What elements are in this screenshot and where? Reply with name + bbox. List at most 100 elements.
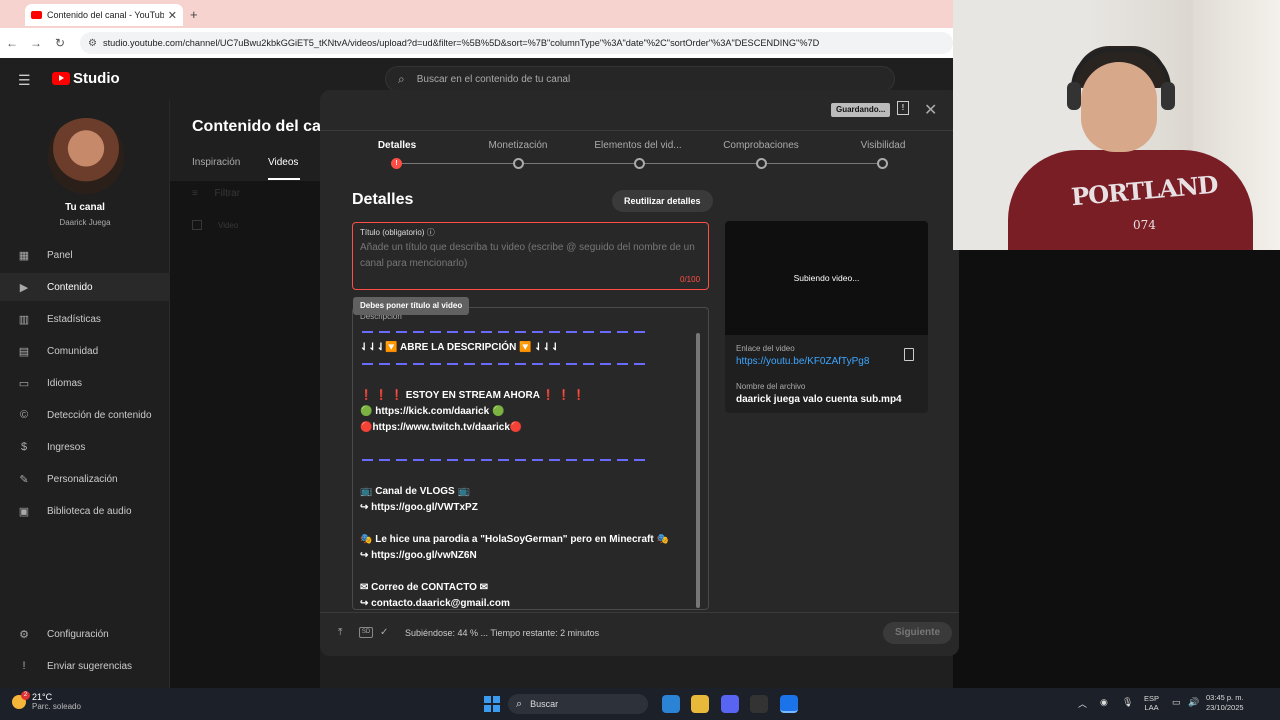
tab-title: Contenido del canal - YouTube <box>47 10 164 20</box>
sidebar-item-biblioteca-audio[interactable]: ▣ Biblioteca de audio <box>0 497 170 525</box>
step-detalles[interactable]: Detalles <box>342 140 452 151</box>
description-scrollbar[interactable] <box>696 333 700 608</box>
sidebar-item-idiomas[interactable]: ▭ Idiomas <box>0 369 170 397</box>
page-title: Contenido del canal <box>192 118 320 135</box>
description-line: 📺 Canal de VLOGS 📺 <box>360 486 470 497</box>
forward-icon[interactable]: → <box>24 36 48 50</box>
sidebar-item-sugerencias[interactable]: ! Enviar sugerencias <box>0 652 170 680</box>
link-label: Enlace del video <box>736 344 795 353</box>
section-heading: Detalles <box>352 191 414 208</box>
copy-icon[interactable] <box>904 348 914 361</box>
step-visibilidad[interactable]: Visibilidad <box>828 140 938 151</box>
step-monetizacion[interactable]: Monetización <box>463 140 573 151</box>
description-line: ↪ https://goo.gl/vwNZ6N <box>360 550 477 561</box>
new-tab-button[interactable]: + <box>190 7 198 22</box>
weather-widget[interactable]: 21°C Parc. soleado <box>12 690 81 711</box>
next-button[interactable]: Siguiente <box>883 622 953 644</box>
tab-videos[interactable]: Videos <box>268 157 298 168</box>
step-dot <box>756 158 767 169</box>
chrome-active-icon[interactable] <box>780 695 798 713</box>
language-indicator[interactable]: ESP LAA <box>1144 694 1159 712</box>
obs-icon[interactable] <box>750 695 768 713</box>
sidebar-item-panel[interactable]: ▦ Panel <box>0 241 170 269</box>
webcam-overlay: PORTLAND 074 <box>953 0 1280 250</box>
youtube-favicon-icon <box>31 11 42 19</box>
upload-icon: ⤒ <box>338 627 343 638</box>
description-separator <box>362 459 646 461</box>
video-link[interactable]: https://youtu.be/KF0ZAfTyPg8 <box>736 356 869 367</box>
close-icon[interactable]: ✕ <box>924 100 937 120</box>
sidebar-item-label: Configuración <box>47 628 109 640</box>
sd-badge-icon: SD <box>359 627 373 638</box>
channel-search-input[interactable]: ⌕ Buscar en el contenido de tu canal <box>385 66 895 92</box>
description-line: ↪ contacto.daarick@gmail.com <box>360 598 510 609</box>
check-circle-icon: ✓ <box>380 627 389 638</box>
sidebar-item-personalizacion[interactable]: ✎ Personalización <box>0 465 170 493</box>
chrome-app-icon[interactable] <box>662 695 680 713</box>
sidebar-item-contenido[interactable]: ▶ Contenido <box>0 273 170 301</box>
tab-inspiracion[interactable]: Inspiración <box>192 157 240 168</box>
studio-logo[interactable]: Studio <box>52 70 120 87</box>
network-icon[interactable]: ▭ <box>1172 697 1181 708</box>
sidebar-item-comunidad[interactable]: ▤ Comunidad <box>0 337 170 365</box>
weather-temp: 21°C <box>32 692 53 702</box>
file-explorer-icon[interactable] <box>691 695 709 713</box>
shirt-number: 074 <box>1133 218 1156 232</box>
description-line: 🔴https://www.twitch.tv/daarick🔴 <box>360 422 523 433</box>
search-placeholder: Buscar en el contenido de tu canal <box>416 73 571 85</box>
url-field[interactable]: ⚙ studio.youtube.com/channel/UC7uBwu2kbk… <box>80 32 953 54</box>
menu-icon[interactable]: ☰ <box>18 72 32 89</box>
title-placeholder: Añade un título que describa tu video (e… <box>360 242 695 269</box>
headset-ear-left <box>1067 82 1081 110</box>
description-line: ↪ https://goo.gl/VWTxPZ <box>360 502 478 513</box>
tab-close-icon[interactable]: ✕ <box>168 9 177 22</box>
sidebar-item-label: Personalización <box>47 473 118 485</box>
sidebar-item-configuracion[interactable]: ⚙ Configuración <box>0 620 170 648</box>
sidebar-item-estadisticas[interactable]: ▥ Estadísticas <box>0 305 170 333</box>
site-settings-icon[interactable]: ⚙ <box>88 38 97 49</box>
sidebar-item-label: Contenido <box>47 281 93 293</box>
volume-icon[interactable]: 🔊 <box>1188 697 1199 708</box>
search-icon: ⌕ <box>398 71 405 86</box>
back-icon[interactable]: ← <box>0 36 24 50</box>
subtitles-icon: ▭ <box>18 377 30 390</box>
audio-library-icon: ▣ <box>18 505 30 518</box>
description-line: 🎭 Le hice una parodia a "HolaSoyGerman" … <box>360 534 669 545</box>
sidebar-item-label: Idiomas <box>47 377 83 389</box>
description-line: ⇃⇃⇃🔽 ABRE LA DESCRIPCIÓN 🔽 ⇃⇃⇃ <box>360 342 560 353</box>
channel-avatar[interactable] <box>48 118 124 194</box>
sidebar-item-deteccion[interactable]: © Detección de contenido <box>0 401 170 429</box>
dollar-icon: $ <box>20 441 28 453</box>
analytics-icon: ▥ <box>18 313 30 326</box>
reload-icon[interactable]: ↻ <box>48 36 72 50</box>
sidebar-item-ingresos[interactable]: $ Ingresos <box>0 433 170 461</box>
step-comprobaciones[interactable]: Comprobaciones <box>706 140 816 151</box>
taskbar-search[interactable]: ⌕ Buscar <box>508 694 648 714</box>
content-icon: ▶ <box>19 281 29 294</box>
description-separator <box>362 331 646 333</box>
youtube-logo-icon <box>52 72 70 85</box>
help-icon[interactable]: ⓘ <box>427 228 435 237</box>
microphone-icon[interactable]: 🎙 <box>1122 697 1133 708</box>
description-separator <box>362 363 646 365</box>
browser-tab[interactable]: Contenido del canal - YouTube ✕ <box>25 4 183 26</box>
step-error-icon <box>391 158 402 169</box>
discord-icon[interactable] <box>721 695 739 713</box>
description-line: ❗ ❗ ❗ ESTOY EN STREAM AHORA ❗ ❗ ❗ <box>360 390 586 401</box>
feedback-icon: ! <box>22 660 26 672</box>
step-dot <box>877 158 888 169</box>
channel-name: Daarick Juega <box>59 218 111 227</box>
description-line: ✉ Correo de CONTACTO ✉ <box>360 582 489 593</box>
report-issue-icon[interactable]: ! <box>897 101 909 115</box>
reuse-details-button[interactable]: Reutilizar detalles <box>612 190 713 212</box>
sidebar-item-label: Enviar sugerencias <box>47 660 133 672</box>
step-elementos[interactable]: Elementos del vid... <box>583 140 693 151</box>
tray-chevron-icon[interactable]: ︿ <box>1078 697 1087 710</box>
step-dot <box>513 158 524 169</box>
clock[interactable]: 03:45 p. m. 23/10/2025 <box>1206 693 1244 713</box>
copyright-icon: © <box>19 409 29 421</box>
tray-app-icon[interactable]: ◉ <box>1100 697 1108 708</box>
description-line: 🟢 https://kick.com/daarick 🟢 <box>360 406 505 417</box>
windows-start-icon[interactable] <box>484 696 500 712</box>
right-area <box>959 250 1280 688</box>
